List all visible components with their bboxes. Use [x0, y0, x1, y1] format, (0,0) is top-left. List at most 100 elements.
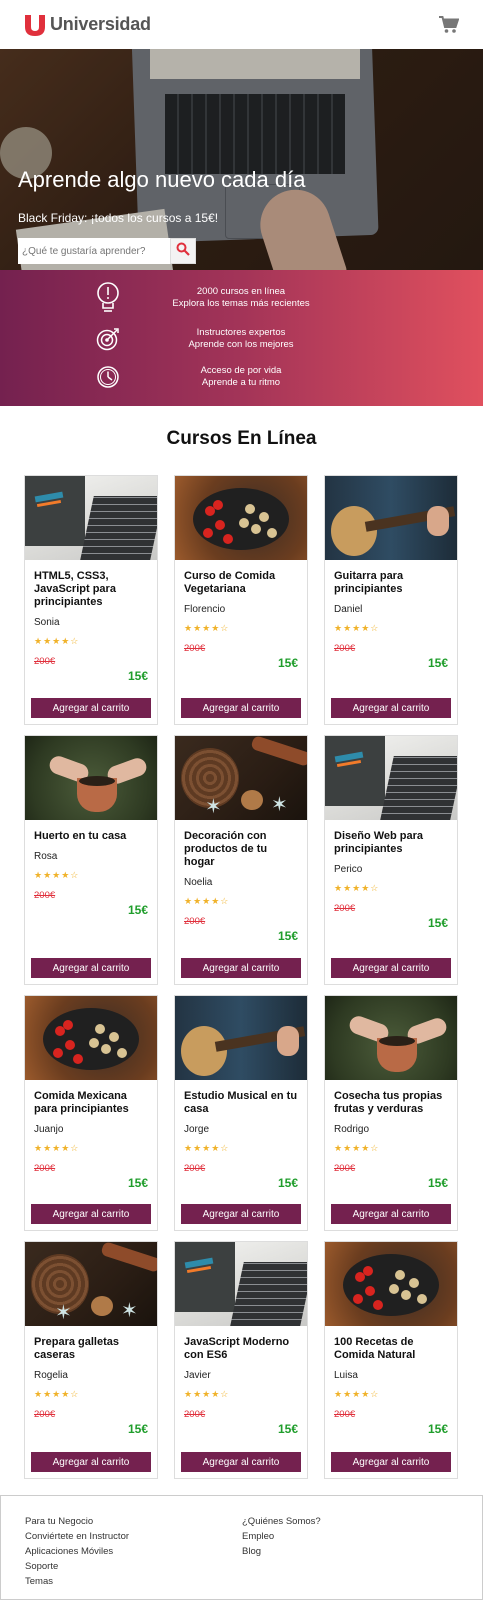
add-to-cart-button[interactable]: Agregar al carrito [31, 1204, 151, 1224]
old-price: 200€ [34, 1409, 56, 1420]
course-title: 100 Recetas de Comida Natural [334, 1336, 416, 1361]
footer-link[interactable]: Empleo [242, 1529, 321, 1544]
add-to-cart-button[interactable]: Agregar al carrito [331, 958, 451, 978]
footer-link[interactable]: Soporte [25, 1559, 129, 1574]
potato-shape [95, 1024, 105, 1034]
old-price: 200€ [34, 656, 56, 667]
potato-shape [395, 1270, 405, 1280]
course-author: Jorge [184, 1124, 210, 1135]
course-image [325, 736, 457, 820]
cinnamon-shape [100, 1242, 157, 1273]
current-price: 15€ [277, 1176, 298, 1190]
course-card[interactable]: Cosecha tus propias frutas y verduras Rod… [324, 995, 458, 1231]
footer-link[interactable]: Blog [242, 1544, 321, 1559]
rating-stars-icon: ★★★★☆ [34, 636, 80, 646]
add-to-cart-button[interactable]: Agregar al carrito [331, 698, 451, 718]
course-card[interactable]: Estudio Musical en tu casa Jorge ★★★★☆ 200€… [174, 995, 308, 1231]
notebook-shape [325, 736, 385, 806]
rating-stars-icon: ★★★★☆ [184, 623, 230, 633]
add-to-cart-button[interactable]: Agregar al carrito [331, 1204, 451, 1224]
tomato-shape [365, 1286, 375, 1296]
search-icon [176, 242, 190, 261]
current-price: 15€ [427, 656, 448, 670]
course-card[interactable]: Guitarra para principiantes Daniel ★★★★☆ 20… [324, 475, 458, 725]
footer-link[interactable]: Aplicaciones Móviles [25, 1544, 129, 1559]
feature-line2: Explora los temas más recientes [172, 298, 310, 309]
course-body: Comida Mexicana para principiantes Juanjo… [25, 1080, 157, 1190]
logo[interactable]: Universidad [24, 14, 151, 36]
add-to-cart-button[interactable]: Agregar al carrito [181, 1204, 301, 1224]
lightbulb-icon [96, 282, 120, 313]
tomato-shape [65, 1040, 75, 1050]
course-image [175, 996, 307, 1080]
course-image [325, 476, 457, 560]
feature-item: Acceso de por vida Aprende a tu ritmo [96, 362, 281, 392]
rating-stars-icon: ★★★★☆ [34, 1143, 80, 1153]
old-price: 200€ [334, 1163, 356, 1174]
potato-shape [259, 512, 269, 522]
course-title: Decoración con productos de tu hogar [184, 830, 268, 868]
clock-icon [96, 362, 120, 392]
footer-link[interactable]: Para tu Negocio [25, 1514, 129, 1529]
hand-shape [277, 1026, 299, 1056]
footer-link[interactable]: Conviértete en Instructor [25, 1529, 129, 1544]
add-to-cart-button[interactable]: Agregar al carrito [181, 698, 301, 718]
keyboard-shape [80, 496, 157, 560]
search-button[interactable] [170, 238, 196, 264]
search-input[interactable] [18, 238, 170, 264]
course-body: Prepara galletas caseras Rogelia ★★★★☆ 200€… [25, 1326, 157, 1436]
course-image [325, 996, 457, 1080]
rating-stars-icon: ★★★★☆ [334, 883, 380, 893]
tomato-shape [215, 520, 225, 530]
course-card[interactable]: ✶ ✶ Prepara galletas caseras Rogelia ★★★★☆ 20… [24, 1241, 158, 1479]
course-card[interactable]: HTML5, CSS3, JavaScript para principiant… [24, 475, 158, 725]
star-cookie: ✶ [121, 1300, 138, 1322]
cart-icon[interactable] [439, 15, 459, 34]
current-price: 15€ [127, 1422, 148, 1436]
potato-shape [251, 524, 261, 534]
tomato-shape [73, 1054, 83, 1064]
course-image [25, 996, 157, 1080]
course-card[interactable]: ✶ ✶ Decoración con productos de tu hogar No… [174, 735, 308, 985]
course-card[interactable]: JavaScript Moderno con ES6 Javier ★★★★☆ 200… [174, 1241, 308, 1479]
add-to-cart-button[interactable]: Agregar al carrito [31, 698, 151, 718]
site-header: Universidad [0, 0, 483, 49]
hero-banner: Aprende algo nuevo cada día Black Friday… [0, 49, 483, 270]
potato-shape [101, 1044, 111, 1054]
add-to-cart-button[interactable]: Agregar al carrito [31, 958, 151, 978]
hero-overlay [0, 49, 483, 270]
hand-shape [427, 506, 449, 536]
rating-stars-icon: ★★★★☆ [34, 1389, 80, 1399]
tomato-shape [223, 534, 233, 544]
footer-link[interactable]: ¿Quiénes Somos? [242, 1514, 321, 1529]
course-body: Decoración con productos de tu hogar Noel… [175, 820, 307, 943]
cinnamon-shape [250, 736, 307, 767]
old-price: 200€ [34, 890, 56, 901]
course-card[interactable]: 100 Recetas de Comida Natural Luisa ★★★★☆ 2… [324, 1241, 458, 1479]
old-price: 200€ [184, 643, 206, 654]
course-body: 100 Recetas de Comida Natural Luisa ★★★★☆ 2… [325, 1326, 457, 1436]
course-body: Estudio Musical en tu casa Jorge ★★★★☆ 200€… [175, 1080, 307, 1190]
rating-stars-icon: ★★★★☆ [34, 870, 80, 880]
course-card[interactable]: Curso de Comida Vegetariana Florencio ★★★★… [174, 475, 308, 725]
current-price: 15€ [127, 669, 148, 683]
add-to-cart-button[interactable]: Agregar al carrito [31, 1452, 151, 1472]
course-body: Cosecha tus propias frutas y verduras Rod… [325, 1080, 457, 1190]
hero-title: Aprende algo nuevo cada día [18, 167, 306, 192]
course-author: Perico [334, 864, 363, 875]
course-card[interactable]: Comida Mexicana para principiantes Juanjo… [24, 995, 158, 1231]
keyboard-shape [230, 1262, 307, 1326]
add-to-cart-button[interactable]: Agregar al carrito [331, 1452, 451, 1472]
add-to-cart-button[interactable]: Agregar al carrito [181, 1452, 301, 1472]
tomato-shape [213, 500, 223, 510]
course-body: Guitarra para principiantes Daniel ★★★★☆ 20… [325, 560, 457, 670]
add-to-cart-button[interactable]: Agregar al carrito [181, 958, 301, 978]
tomato-shape [63, 1020, 73, 1030]
course-card[interactable]: Huerto en tu casa Rosa ★★★★☆ 200€ 15€ Agregar… [24, 735, 158, 985]
course-card[interactable]: Diseño Web para principiantes Perico ★★★★☆… [324, 735, 458, 985]
footer-link[interactable]: Temas [25, 1574, 129, 1589]
course-title: JavaScript Moderno con ES6 [184, 1336, 290, 1361]
footer-column-2: ¿Quiénes Somos? Empleo Blog [242, 1514, 321, 1559]
course-author: Sonia [34, 617, 60, 628]
tomato-shape [53, 1048, 63, 1058]
